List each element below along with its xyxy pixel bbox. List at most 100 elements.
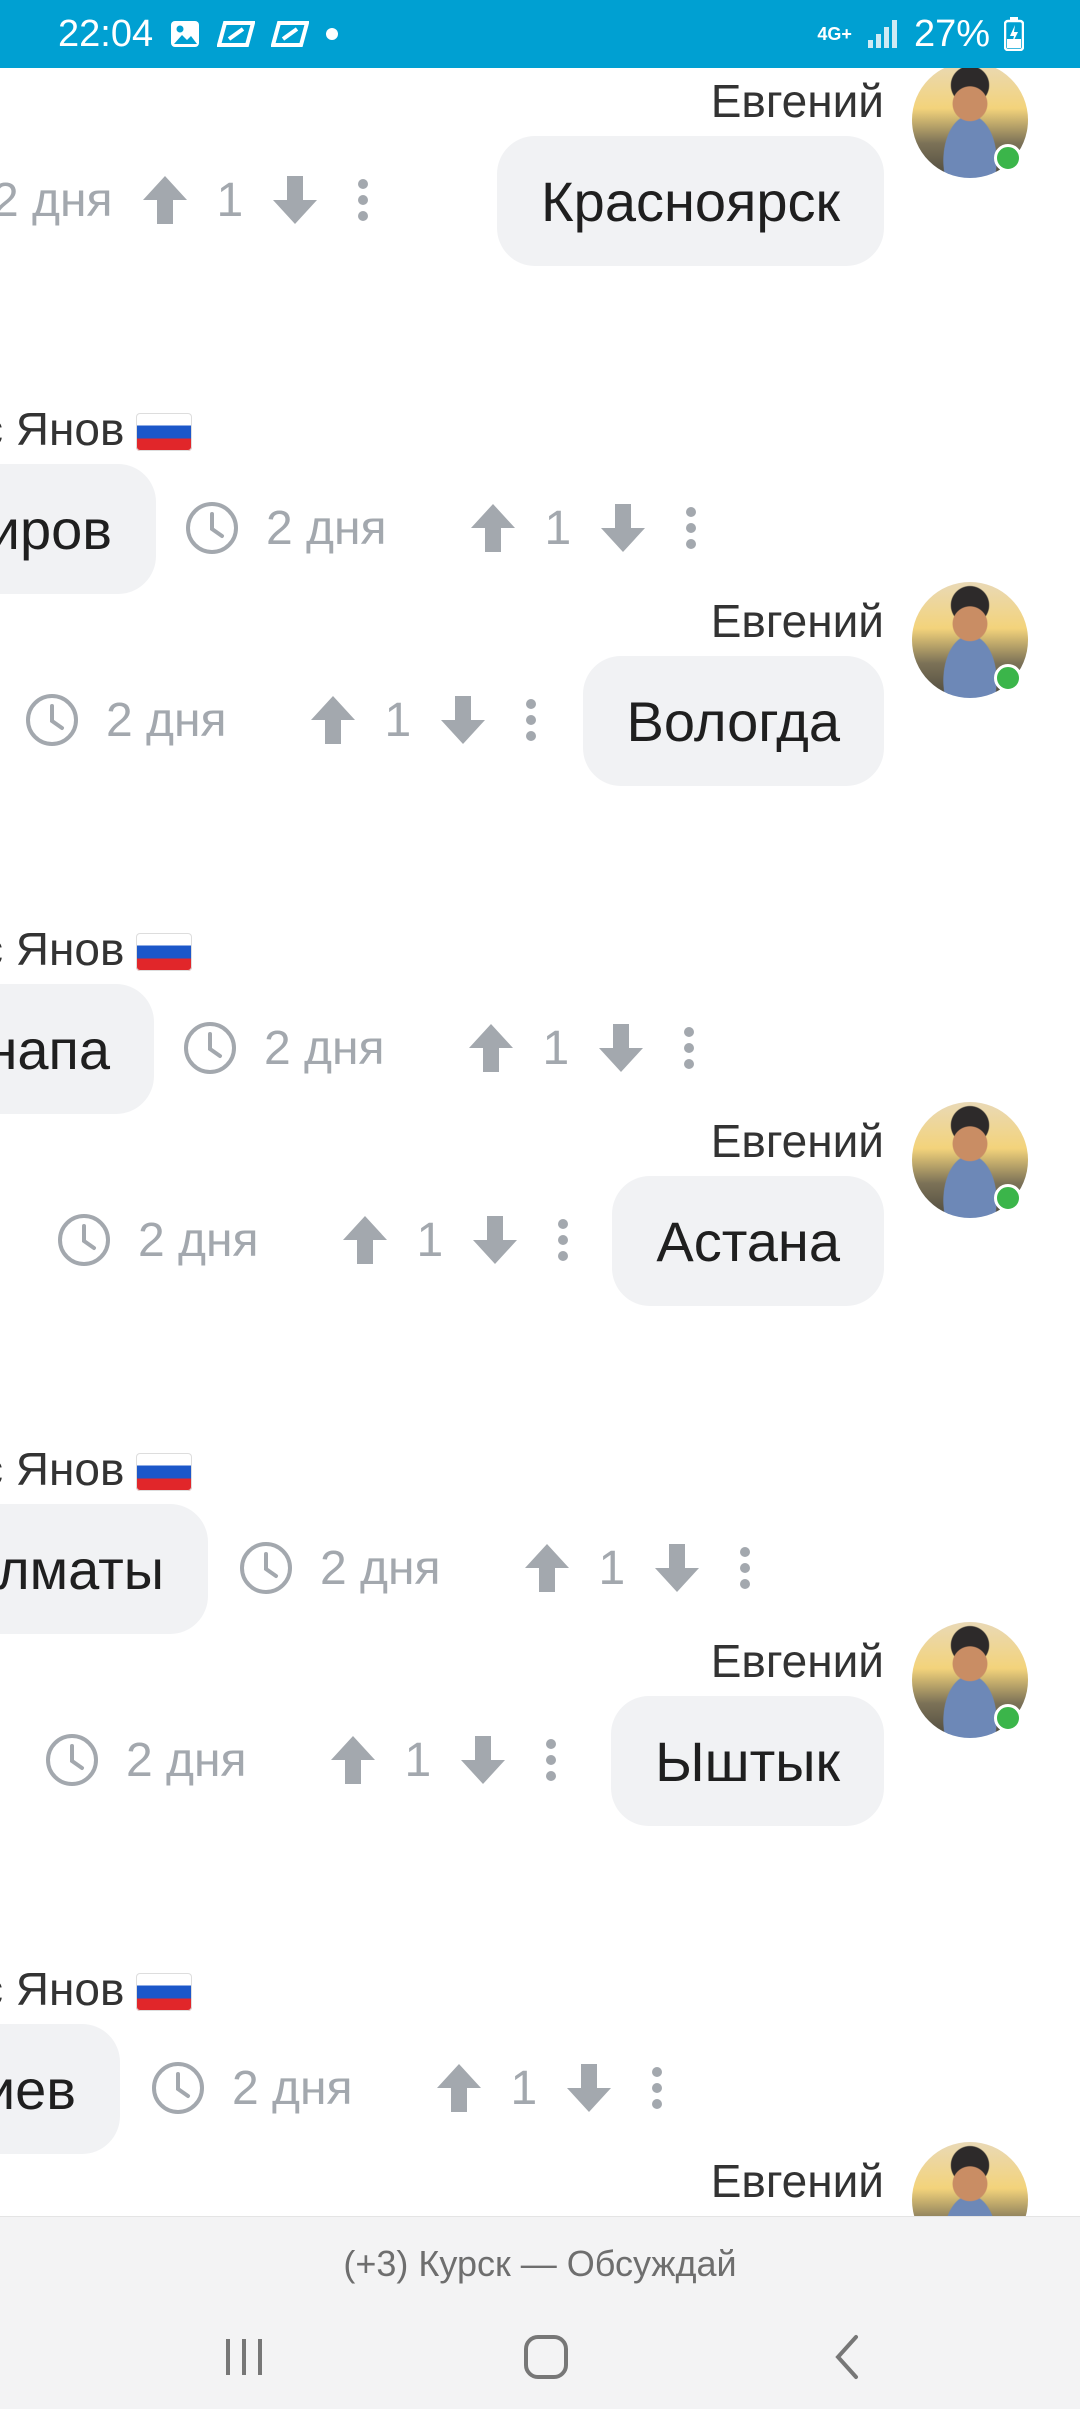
network-type: 4G+ bbox=[817, 24, 852, 44]
avatar[interactable] bbox=[912, 68, 1028, 178]
signal-icon bbox=[866, 18, 900, 50]
author-name: с Янов bbox=[0, 922, 193, 976]
vote-count: 1 bbox=[598, 1541, 626, 1595]
downvote-icon[interactable] bbox=[563, 2060, 615, 2116]
more-options-icon[interactable] bbox=[553, 1212, 573, 1268]
downvote-icon[interactable] bbox=[269, 172, 321, 228]
message-meta: 2 дня 1 bbox=[56, 1212, 573, 1268]
message-bubble[interactable]: лматы bbox=[0, 1504, 208, 1634]
message-meta: 2 дня 1 bbox=[44, 1732, 561, 1788]
more-options-icon[interactable] bbox=[353, 172, 373, 228]
message-meta: 2 дня 1 bbox=[182, 1020, 699, 1076]
vote-count: 1 bbox=[216, 173, 244, 227]
downvote-icon[interactable] bbox=[597, 500, 649, 556]
more-options-icon[interactable] bbox=[647, 2060, 667, 2116]
author-name: с Янов bbox=[0, 1442, 193, 1496]
message-meta: 2 дня 1 bbox=[184, 500, 701, 556]
battery-charging-icon bbox=[1004, 17, 1024, 51]
upvote-icon[interactable] bbox=[433, 2060, 485, 2116]
upvote-icon[interactable] bbox=[307, 692, 359, 748]
message-time: 2 дня bbox=[320, 1541, 441, 1595]
author-name: Евгений bbox=[710, 1115, 884, 1167]
clock-icon bbox=[150, 2060, 206, 2116]
avatar[interactable] bbox=[912, 582, 1028, 698]
vote-count: 1 bbox=[510, 2061, 538, 2115]
message-time: 2 дня bbox=[126, 1733, 247, 1787]
upvote-icon[interactable] bbox=[467, 500, 519, 556]
author-name: с Янов bbox=[0, 1962, 193, 2016]
message-meta: 2 дня 1 bbox=[150, 2060, 667, 2116]
author-name: Евгений bbox=[710, 595, 884, 647]
avatar[interactable] bbox=[912, 2142, 1028, 2216]
online-indicator bbox=[994, 664, 1022, 692]
message-meta: 2 дня 1 bbox=[238, 1540, 755, 1596]
more-options-icon[interactable] bbox=[541, 1732, 561, 1788]
russia-flag-icon bbox=[136, 933, 193, 971]
downvote-icon[interactable] bbox=[457, 1732, 509, 1788]
downvote-icon[interactable] bbox=[437, 692, 489, 748]
russia-flag-icon bbox=[136, 1453, 193, 1491]
upvote-icon[interactable] bbox=[327, 1732, 379, 1788]
russia-flag-icon bbox=[136, 1973, 193, 2011]
message-meta: 2 дня 1 bbox=[24, 692, 541, 748]
online-indicator bbox=[994, 144, 1022, 172]
author-name: Евгений bbox=[710, 1635, 884, 1687]
bottom-bar: (+3) Курск — Обсуждай bbox=[0, 2216, 1080, 2409]
more-options-icon[interactable] bbox=[679, 1020, 699, 1076]
message-bubble[interactable]: Астана bbox=[612, 1176, 884, 1306]
app-notification-icon bbox=[217, 21, 256, 47]
vote-count: 1 bbox=[404, 1733, 432, 1787]
downvote-icon[interactable] bbox=[595, 1020, 647, 1076]
author-name: с Янов bbox=[0, 402, 193, 456]
message-time: 2 дня bbox=[0, 173, 113, 227]
message-bubble[interactable]: Красноярск bbox=[497, 136, 884, 266]
more-options-icon[interactable] bbox=[681, 500, 701, 556]
system-nav-bar bbox=[0, 2317, 1080, 2397]
message-time: 2 дня bbox=[138, 1213, 259, 1267]
russia-flag-icon bbox=[136, 413, 193, 451]
downvote-icon[interactable] bbox=[469, 1212, 521, 1268]
downvote-icon[interactable] bbox=[651, 1540, 703, 1596]
message-time: 2 дня bbox=[232, 2061, 353, 2115]
upvote-icon[interactable] bbox=[139, 172, 191, 228]
message-time: 2 дня bbox=[264, 1021, 385, 1075]
dot-icon bbox=[325, 27, 339, 41]
vote-count: 1 bbox=[416, 1213, 444, 1267]
message-bubble[interactable]: Ыштык bbox=[611, 1696, 884, 1826]
clock-icon bbox=[56, 1212, 112, 1268]
upvote-icon[interactable] bbox=[465, 1020, 517, 1076]
upvote-icon[interactable] bbox=[521, 1540, 573, 1596]
avatar[interactable] bbox=[912, 1622, 1028, 1738]
home-icon[interactable] bbox=[516, 2327, 576, 2387]
clock-icon bbox=[44, 1732, 100, 1788]
status-bar: 22:04 4G+ 27% bbox=[0, 0, 1080, 68]
vote-count: 1 bbox=[384, 693, 412, 747]
author-name: Евгений bbox=[710, 2155, 884, 2207]
message-time: 2 дня bbox=[266, 501, 387, 555]
author-name: Евгений bbox=[710, 75, 884, 127]
status-time: 22:04 bbox=[58, 12, 154, 55]
more-options-icon[interactable] bbox=[521, 692, 541, 748]
battery-level: 27% bbox=[913, 12, 990, 55]
message-meta: 2 дня 1 bbox=[0, 172, 373, 228]
app-notification-icon bbox=[271, 21, 310, 47]
clock-icon bbox=[238, 1540, 294, 1596]
back-icon[interactable] bbox=[818, 2327, 878, 2387]
topic-title[interactable]: (+3) Курск — Обсуждай bbox=[0, 2243, 1080, 2285]
message-bubble[interactable]: иев bbox=[0, 2024, 120, 2154]
upvote-icon[interactable] bbox=[339, 1212, 391, 1268]
message-bubble[interactable]: напа bbox=[0, 984, 154, 1114]
clock-icon bbox=[24, 692, 80, 748]
gallery-icon bbox=[169, 19, 201, 49]
chat-thread[interactable]: Евгений Красноярск 2 дня 1 с Янов иров 2… bbox=[0, 68, 1080, 2216]
message-bubble[interactable]: иров bbox=[0, 464, 156, 594]
message-bubble[interactable]: Вологда bbox=[582, 656, 884, 786]
clock-icon bbox=[184, 500, 240, 556]
vote-count: 1 bbox=[542, 1021, 570, 1075]
message-time: 2 дня bbox=[106, 693, 227, 747]
avatar[interactable] bbox=[912, 1102, 1028, 1218]
recent-apps-icon[interactable] bbox=[214, 2327, 274, 2387]
more-options-icon[interactable] bbox=[735, 1540, 755, 1596]
clock-icon bbox=[182, 1020, 238, 1076]
vote-count: 1 bbox=[544, 501, 572, 555]
